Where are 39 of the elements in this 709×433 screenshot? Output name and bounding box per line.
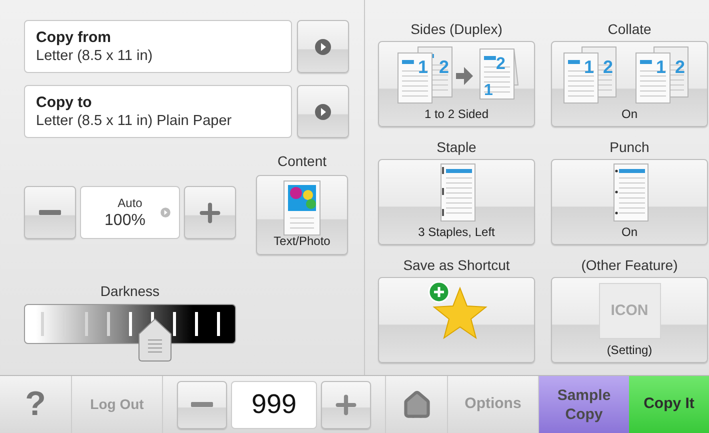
help-button[interactable]: ? xyxy=(0,376,72,433)
arrow-right-icon xyxy=(160,207,171,218)
decrease-copies-button[interactable] xyxy=(177,380,227,428)
darkness-label: Darkness xyxy=(100,282,160,301)
copy-it-button[interactable]: Copy It xyxy=(629,376,709,433)
decrease-button[interactable] xyxy=(24,186,76,239)
feature-title: (Other Feature) xyxy=(581,256,678,274)
feature-title: Punch xyxy=(610,138,650,156)
feature-button[interactable]: On xyxy=(551,159,708,245)
collated-sets-drawing: 1 2 1 2 xyxy=(560,45,700,105)
paper-setting-field[interactable]: Copy to Letter (8.5 x 11 in) Plain Paper xyxy=(24,85,292,138)
increase-copies-button[interactable] xyxy=(321,380,371,428)
duplex-pages-drawing: 1 2 2 1 xyxy=(392,45,522,105)
increase-button[interactable] xyxy=(184,186,236,239)
feature-button[interactable]: ICON (Setting) xyxy=(551,277,708,363)
minus-icon xyxy=(191,402,213,407)
feature-title: Collate xyxy=(608,20,652,38)
arrow-button[interactable] xyxy=(297,85,349,138)
feature-button[interactable] xyxy=(378,277,535,363)
scale-field[interactable]: Auto 100% xyxy=(80,186,180,239)
paper-setting-field[interactable]: Copy from Letter (8.5 x 11 in) xyxy=(24,20,292,73)
arrow-right-icon xyxy=(314,38,332,56)
minus-icon xyxy=(39,210,61,215)
feature-button[interactable]: 3 Staples, Left xyxy=(378,159,535,245)
copies-field[interactable]: 999 xyxy=(231,380,317,428)
home-icon xyxy=(402,390,432,420)
slider-thumb[interactable] xyxy=(138,318,172,362)
arrow-right-icon xyxy=(314,102,332,120)
feature-title: Sides (Duplex) xyxy=(410,20,502,38)
content-label: Content xyxy=(277,152,327,171)
feature-button[interactable]: 1 2 1 2 On xyxy=(551,41,708,127)
arrow-button[interactable] xyxy=(297,20,349,73)
content-button[interactable]: Text/Photo xyxy=(256,175,348,255)
darkness-slider[interactable] xyxy=(24,304,236,364)
feature-title: Staple xyxy=(436,138,476,156)
photo-page-icon xyxy=(282,180,322,236)
feature-title: Save as Shortcut xyxy=(403,256,510,274)
feature-button[interactable]: 1 2 2 1 1 to 2 Sided xyxy=(378,41,535,127)
placeholder-icon: ICON xyxy=(598,283,660,339)
